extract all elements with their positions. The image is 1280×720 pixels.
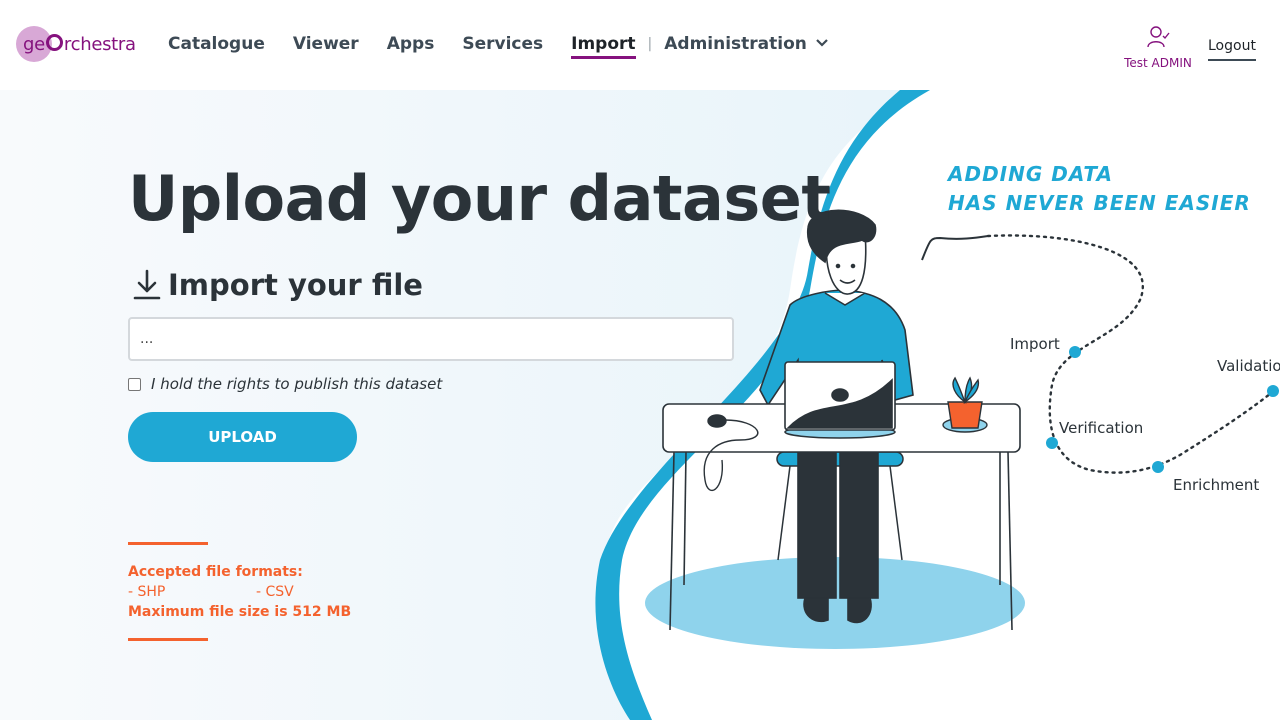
nav-administration-dropdown[interactable]: Administration: [664, 34, 829, 59]
file-input[interactable]: [128, 317, 734, 361]
page-title: Upload your dataset: [128, 162, 831, 235]
user-check-icon: [1147, 26, 1170, 48]
download-icon: [133, 269, 161, 300]
step-label-import: Import: [1010, 335, 1060, 353]
rights-checkbox-label[interactable]: I hold the rights to publish this datase…: [151, 375, 442, 393]
speech-bubble-line: [921, 235, 989, 261]
formats-divider-top: [128, 542, 208, 545]
max-file-size: Maximum file size is 512 MB: [128, 604, 352, 620]
dotted-process-path: [986, 234, 1277, 474]
user-name: Test ADMIN: [1124, 56, 1192, 70]
format-shp: - SHP: [128, 584, 166, 600]
rights-checkbox[interactable]: [128, 377, 141, 391]
logout-link[interactable]: Logout: [1208, 38, 1256, 61]
chevron-down-icon: [816, 39, 828, 47]
step-dot-validation: [1267, 385, 1279, 397]
nav-viewer[interactable]: Viewer: [293, 34, 359, 59]
upload-button[interactable]: UPLOAD: [128, 412, 357, 462]
georchestra-logo[interactable]: ge rchestra: [16, 26, 146, 66]
logo-text-post: rchestra: [63, 34, 136, 55]
step-label-enrichment: Enrichment: [1173, 476, 1260, 494]
nav-apps[interactable]: Apps: [387, 34, 435, 59]
formats-list: - SHP - CSV: [128, 582, 384, 602]
main-nav: Catalogue Viewer Apps Services Import | …: [168, 34, 857, 59]
nav-services[interactable]: Services: [462, 34, 543, 59]
rights-checkbox-row: I hold the rights to publish this datase…: [128, 375, 442, 393]
logo-text-pre: ge: [23, 34, 45, 55]
plant: [942, 376, 988, 433]
top-navbar: ge rchestra Catalogue Viewer Apps Service…: [0, 0, 1280, 90]
nav-administration-label: Administration: [664, 34, 807, 54]
step-dot-import: [1069, 346, 1081, 358]
tagline-line-2: HAS NEVER BEEN EASIER: [948, 191, 1251, 215]
nav-separator: |: [647, 36, 653, 52]
tagline-line-1: ADDING DATA: [948, 162, 1113, 186]
illustration-tagline: ADDING DATA HAS NEVER BEEN EASIER: [948, 160, 1251, 218]
format-csv: - CSV: [256, 584, 294, 600]
nav-catalogue[interactable]: Catalogue: [168, 34, 265, 59]
laptop: [784, 361, 896, 439]
formats-heading: Accepted file formats:: [128, 564, 303, 580]
logo-o-ring: [45, 34, 63, 51]
formats-divider-bottom: [128, 638, 208, 641]
logo-text: ge rchestra: [23, 34, 136, 55]
step-label-verification: Verification: [1059, 419, 1144, 437]
user-menu[interactable]: Test ADMIN: [1118, 24, 1198, 70]
step-dot-enrichment: [1152, 461, 1164, 473]
step-dot-verification: [1046, 437, 1058, 449]
import-file-heading: Import your file: [132, 268, 423, 302]
import-file-label: Import your file: [168, 268, 423, 302]
nav-import[interactable]: Import: [571, 34, 636, 59]
accepted-formats-info: Accepted file formats: - SHP - CSV Maxim…: [128, 562, 384, 622]
step-label-validation: Validation: [1217, 357, 1280, 375]
